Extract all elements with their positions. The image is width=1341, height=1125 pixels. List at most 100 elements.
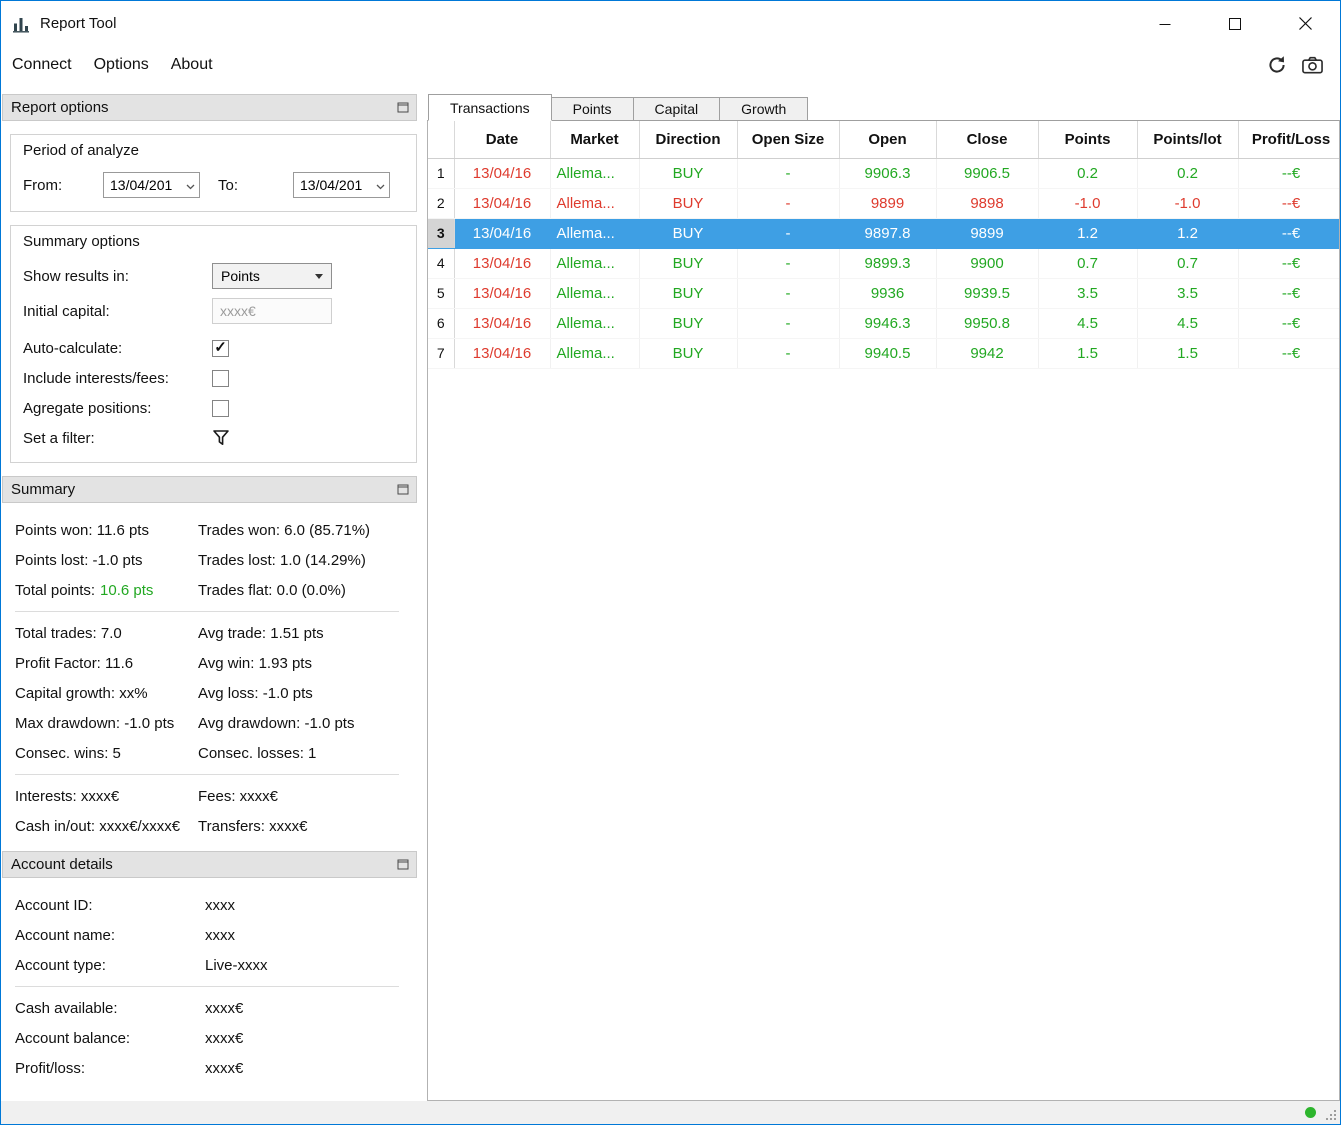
cell-close[interactable]: 9900 [936, 248, 1039, 279]
cell-market[interactable]: Allema... [550, 158, 640, 189]
cell-points-lot[interactable]: 0.7 [1137, 248, 1239, 279]
cell-points[interactable]: 1.2 [1038, 218, 1138, 249]
table-row-selected[interactable]: 3 13/04/16 Allema... BUY - 9897.8 9899 1… [428, 218, 1339, 249]
include-interests-checkbox[interactable] [212, 369, 229, 387]
filter-button[interactable] [212, 429, 230, 447]
cell-open[interactable]: 9906.3 [839, 158, 937, 189]
menu-item-options[interactable]: Options [83, 51, 160, 79]
column-header-profit-loss[interactable]: Profit/Loss [1238, 121, 1339, 159]
cell-date[interactable]: 13/04/16 [454, 308, 551, 339]
cell-profit-loss[interactable]: --€ [1238, 158, 1339, 189]
cell-close[interactable]: 9898 [936, 188, 1039, 219]
cell-open-size[interactable]: - [737, 278, 840, 309]
row-number[interactable]: 7 [428, 338, 455, 369]
from-date-combo[interactable]: 13/04/201 [103, 172, 200, 198]
column-header-market[interactable]: Market [550, 121, 640, 159]
cell-open-size[interactable]: - [737, 338, 840, 369]
cell-direction[interactable]: BUY [639, 338, 738, 369]
cell-direction[interactable]: BUY [639, 158, 738, 189]
resize-grip[interactable] [1324, 1108, 1338, 1122]
column-header-date[interactable]: Date [454, 121, 551, 159]
show-results-select[interactable]: Points [212, 263, 332, 289]
table-row[interactable]: 5 13/04/16 Allema... BUY - 9936 9939.5 3… [428, 278, 1339, 309]
cell-points-lot[interactable]: 4.5 [1137, 308, 1239, 339]
cell-market[interactable]: Allema... [550, 338, 640, 369]
column-header-points[interactable]: Points [1038, 121, 1138, 159]
column-header-close[interactable]: Close [936, 121, 1039, 159]
cell-profit-loss[interactable]: --€ [1238, 188, 1339, 219]
float-panel-icon[interactable] [397, 102, 409, 113]
cell-open[interactable]: 9946.3 [839, 308, 937, 339]
cell-points-lot[interactable]: 0.2 [1137, 158, 1239, 189]
auto-calculate-checkbox[interactable] [212, 339, 229, 357]
close-button[interactable] [1270, 1, 1340, 46]
table-row[interactable]: 6 13/04/16 Allema... BUY - 9946.3 9950.8… [428, 308, 1339, 339]
cell-market[interactable]: Allema... [550, 218, 640, 249]
cell-points[interactable]: 3.5 [1038, 278, 1138, 309]
column-header-open-size[interactable]: Open Size [737, 121, 840, 159]
column-header-open[interactable]: Open [839, 121, 937, 159]
cell-market[interactable]: Allema... [550, 308, 640, 339]
cell-close[interactable]: 9906.5 [936, 158, 1039, 189]
cell-points-lot[interactable]: -1.0 [1137, 188, 1239, 219]
cell-profit-loss[interactable]: --€ [1238, 248, 1339, 279]
cell-points-lot[interactable]: 3.5 [1137, 278, 1239, 309]
aggregate-positions-checkbox[interactable] [212, 399, 229, 417]
menu-item-about[interactable]: About [160, 51, 224, 79]
cell-profit-loss[interactable]: --€ [1238, 218, 1339, 249]
cell-open[interactable]: 9936 [839, 278, 937, 309]
cell-points-lot[interactable]: 1.5 [1137, 338, 1239, 369]
cell-market[interactable]: Allema... [550, 248, 640, 279]
cell-points[interactable]: 1.5 [1038, 338, 1138, 369]
cell-open-size[interactable]: - [737, 308, 840, 339]
tab-transactions[interactable]: Transactions [428, 94, 552, 121]
cell-open-size[interactable]: - [737, 218, 840, 249]
cell-date[interactable]: 13/04/16 [454, 158, 551, 189]
table-row[interactable]: 1 13/04/16 Allema... BUY - 9906.3 9906.5… [428, 158, 1339, 189]
cell-close[interactable]: 9939.5 [936, 278, 1039, 309]
cell-date[interactable]: 13/04/16 [454, 248, 551, 279]
table-row[interactable]: 4 13/04/16 Allema... BUY - 9899.3 9900 0… [428, 248, 1339, 279]
row-number[interactable]: 1 [428, 158, 455, 189]
cell-direction[interactable]: BUY [639, 218, 738, 249]
table-row[interactable]: 2 13/04/16 Allema... BUY - 9899 9898 -1.… [428, 188, 1339, 219]
cell-points[interactable]: -1.0 [1038, 188, 1138, 219]
maximize-button[interactable] [1200, 1, 1270, 46]
cell-points[interactable]: 4.5 [1038, 308, 1138, 339]
cell-market[interactable]: Allema... [550, 188, 640, 219]
cell-profit-loss[interactable]: --€ [1238, 308, 1339, 339]
tab-growth[interactable]: Growth [719, 97, 809, 120]
tab-points[interactable]: Points [550, 97, 634, 120]
float-panel-icon[interactable] [397, 859, 409, 870]
tab-capital[interactable]: Capital [632, 97, 721, 120]
cell-open-size[interactable]: - [737, 188, 840, 219]
cell-close[interactable]: 9899 [936, 218, 1039, 249]
cell-open-size[interactable]: - [737, 158, 840, 189]
cell-date[interactable]: 13/04/16 [454, 218, 551, 249]
cell-date[interactable]: 13/04/16 [454, 278, 551, 309]
cell-points[interactable]: 0.2 [1038, 158, 1138, 189]
float-panel-icon[interactable] [397, 484, 409, 495]
cell-direction[interactable]: BUY [639, 308, 738, 339]
cell-open[interactable]: 9897.8 [839, 218, 937, 249]
cell-direction[interactable]: BUY [639, 248, 738, 279]
column-header-points-lot[interactable]: Points/lot [1137, 121, 1239, 159]
row-number[interactable]: 2 [428, 188, 455, 219]
to-date-combo[interactable]: 13/04/201 [293, 172, 390, 198]
cell-points[interactable]: 0.7 [1038, 248, 1138, 279]
cell-points-lot[interactable]: 1.2 [1137, 218, 1239, 249]
cell-open[interactable]: 9899 [839, 188, 937, 219]
row-number[interactable]: 4 [428, 248, 455, 279]
cell-market[interactable]: Allema... [550, 278, 640, 309]
cell-direction[interactable]: BUY [639, 278, 738, 309]
cell-profit-loss[interactable]: --€ [1238, 338, 1339, 369]
cell-open-size[interactable]: - [737, 248, 840, 279]
row-number[interactable]: 3 [428, 218, 455, 249]
menu-item-connect[interactable]: Connect [1, 51, 83, 79]
cell-open[interactable]: 9899.3 [839, 248, 937, 279]
cell-open[interactable]: 9940.5 [839, 338, 937, 369]
cell-date[interactable]: 13/04/16 [454, 338, 551, 369]
column-header-direction[interactable]: Direction [639, 121, 738, 159]
row-number[interactable]: 6 [428, 308, 455, 339]
cell-direction[interactable]: BUY [639, 188, 738, 219]
